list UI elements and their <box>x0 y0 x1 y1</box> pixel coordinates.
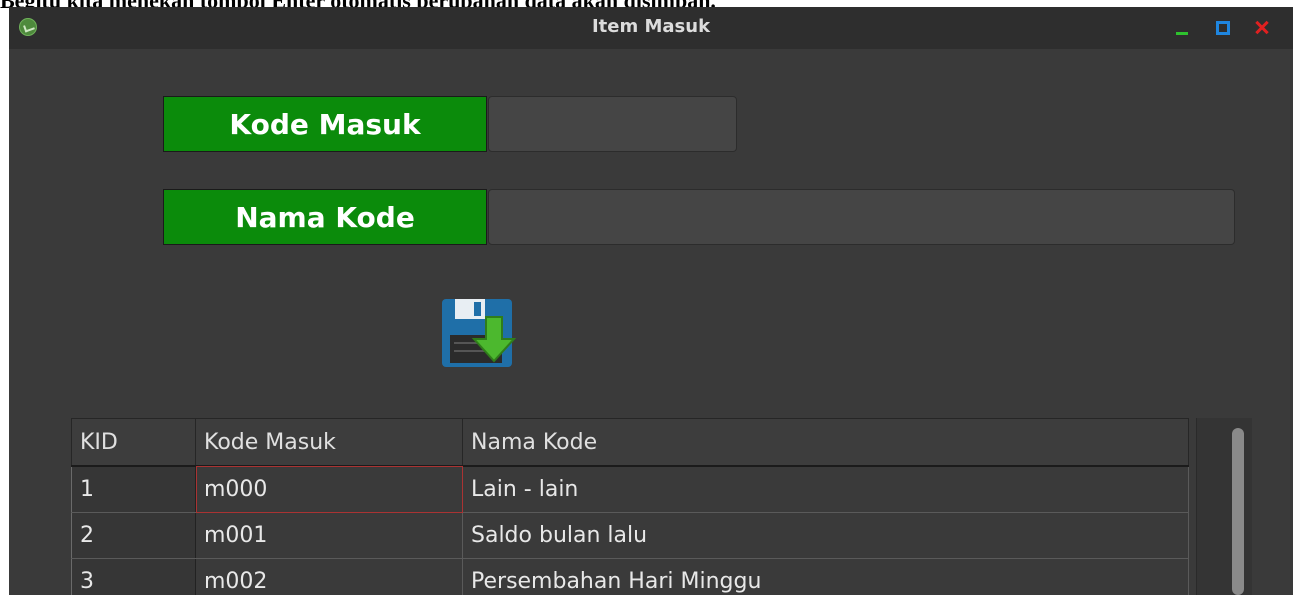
maximize-icon[interactable] <box>1212 17 1232 37</box>
table-cell-kode[interactable]: m001 <box>195 512 463 559</box>
title-bar: Item Masuk <box>9 7 1293 49</box>
window-title: Item Masuk <box>591 16 711 37</box>
column-header-nama-kode[interactable]: Nama Kode <box>462 418 1189 467</box>
table-cell-nama[interactable]: Lain - lain <box>462 465 1189 513</box>
nama-kode-label: Nama Kode <box>163 189 487 245</box>
table-header-row: KID Kode Masuk Nama Kode <box>71 418 1189 467</box>
column-header-kode-masuk[interactable]: Kode Masuk <box>195 418 463 467</box>
data-table: KID Kode Masuk Nama Kode 1 m000 Lain - l… <box>71 418 1251 595</box>
kode-masuk-label: Kode Masuk <box>163 96 487 152</box>
nama-kode-input[interactable] <box>488 189 1235 245</box>
column-header-kid[interactable]: KID <box>71 418 196 467</box>
app-window: Item Masuk Kode Masuk Nama Kode KID Kode… <box>9 7 1293 595</box>
table-cell-kode[interactable]: m000 <box>195 465 463 513</box>
table-row[interactable]: 2 m001 Saldo bulan lalu <box>71 512 1189 559</box>
table-cell-kode[interactable]: m002 <box>195 558 463 595</box>
row-header-cell[interactable]: 3 <box>71 558 196 595</box>
scrollbar-thumb[interactable] <box>1232 428 1244 595</box>
row-header-cell[interactable]: 2 <box>71 512 196 559</box>
row-header-cell[interactable]: 1 <box>71 465 196 513</box>
vertical-scrollbar[interactable] <box>1196 418 1252 595</box>
kode-masuk-input[interactable] <box>488 96 737 152</box>
save-button[interactable] <box>440 295 518 369</box>
table-cell-nama[interactable]: Persembahan Hari Minggu <box>462 558 1189 595</box>
minimize-icon[interactable] <box>1172 17 1192 37</box>
table-row[interactable]: 3 m002 Persembahan Hari Minggu <box>71 558 1189 595</box>
table-cell-nama[interactable]: Saldo bulan lalu <box>462 512 1189 559</box>
close-icon[interactable] <box>1252 17 1272 37</box>
table-row[interactable]: 1 m000 Lain - lain <box>71 465 1189 513</box>
save-icon <box>442 299 517 367</box>
